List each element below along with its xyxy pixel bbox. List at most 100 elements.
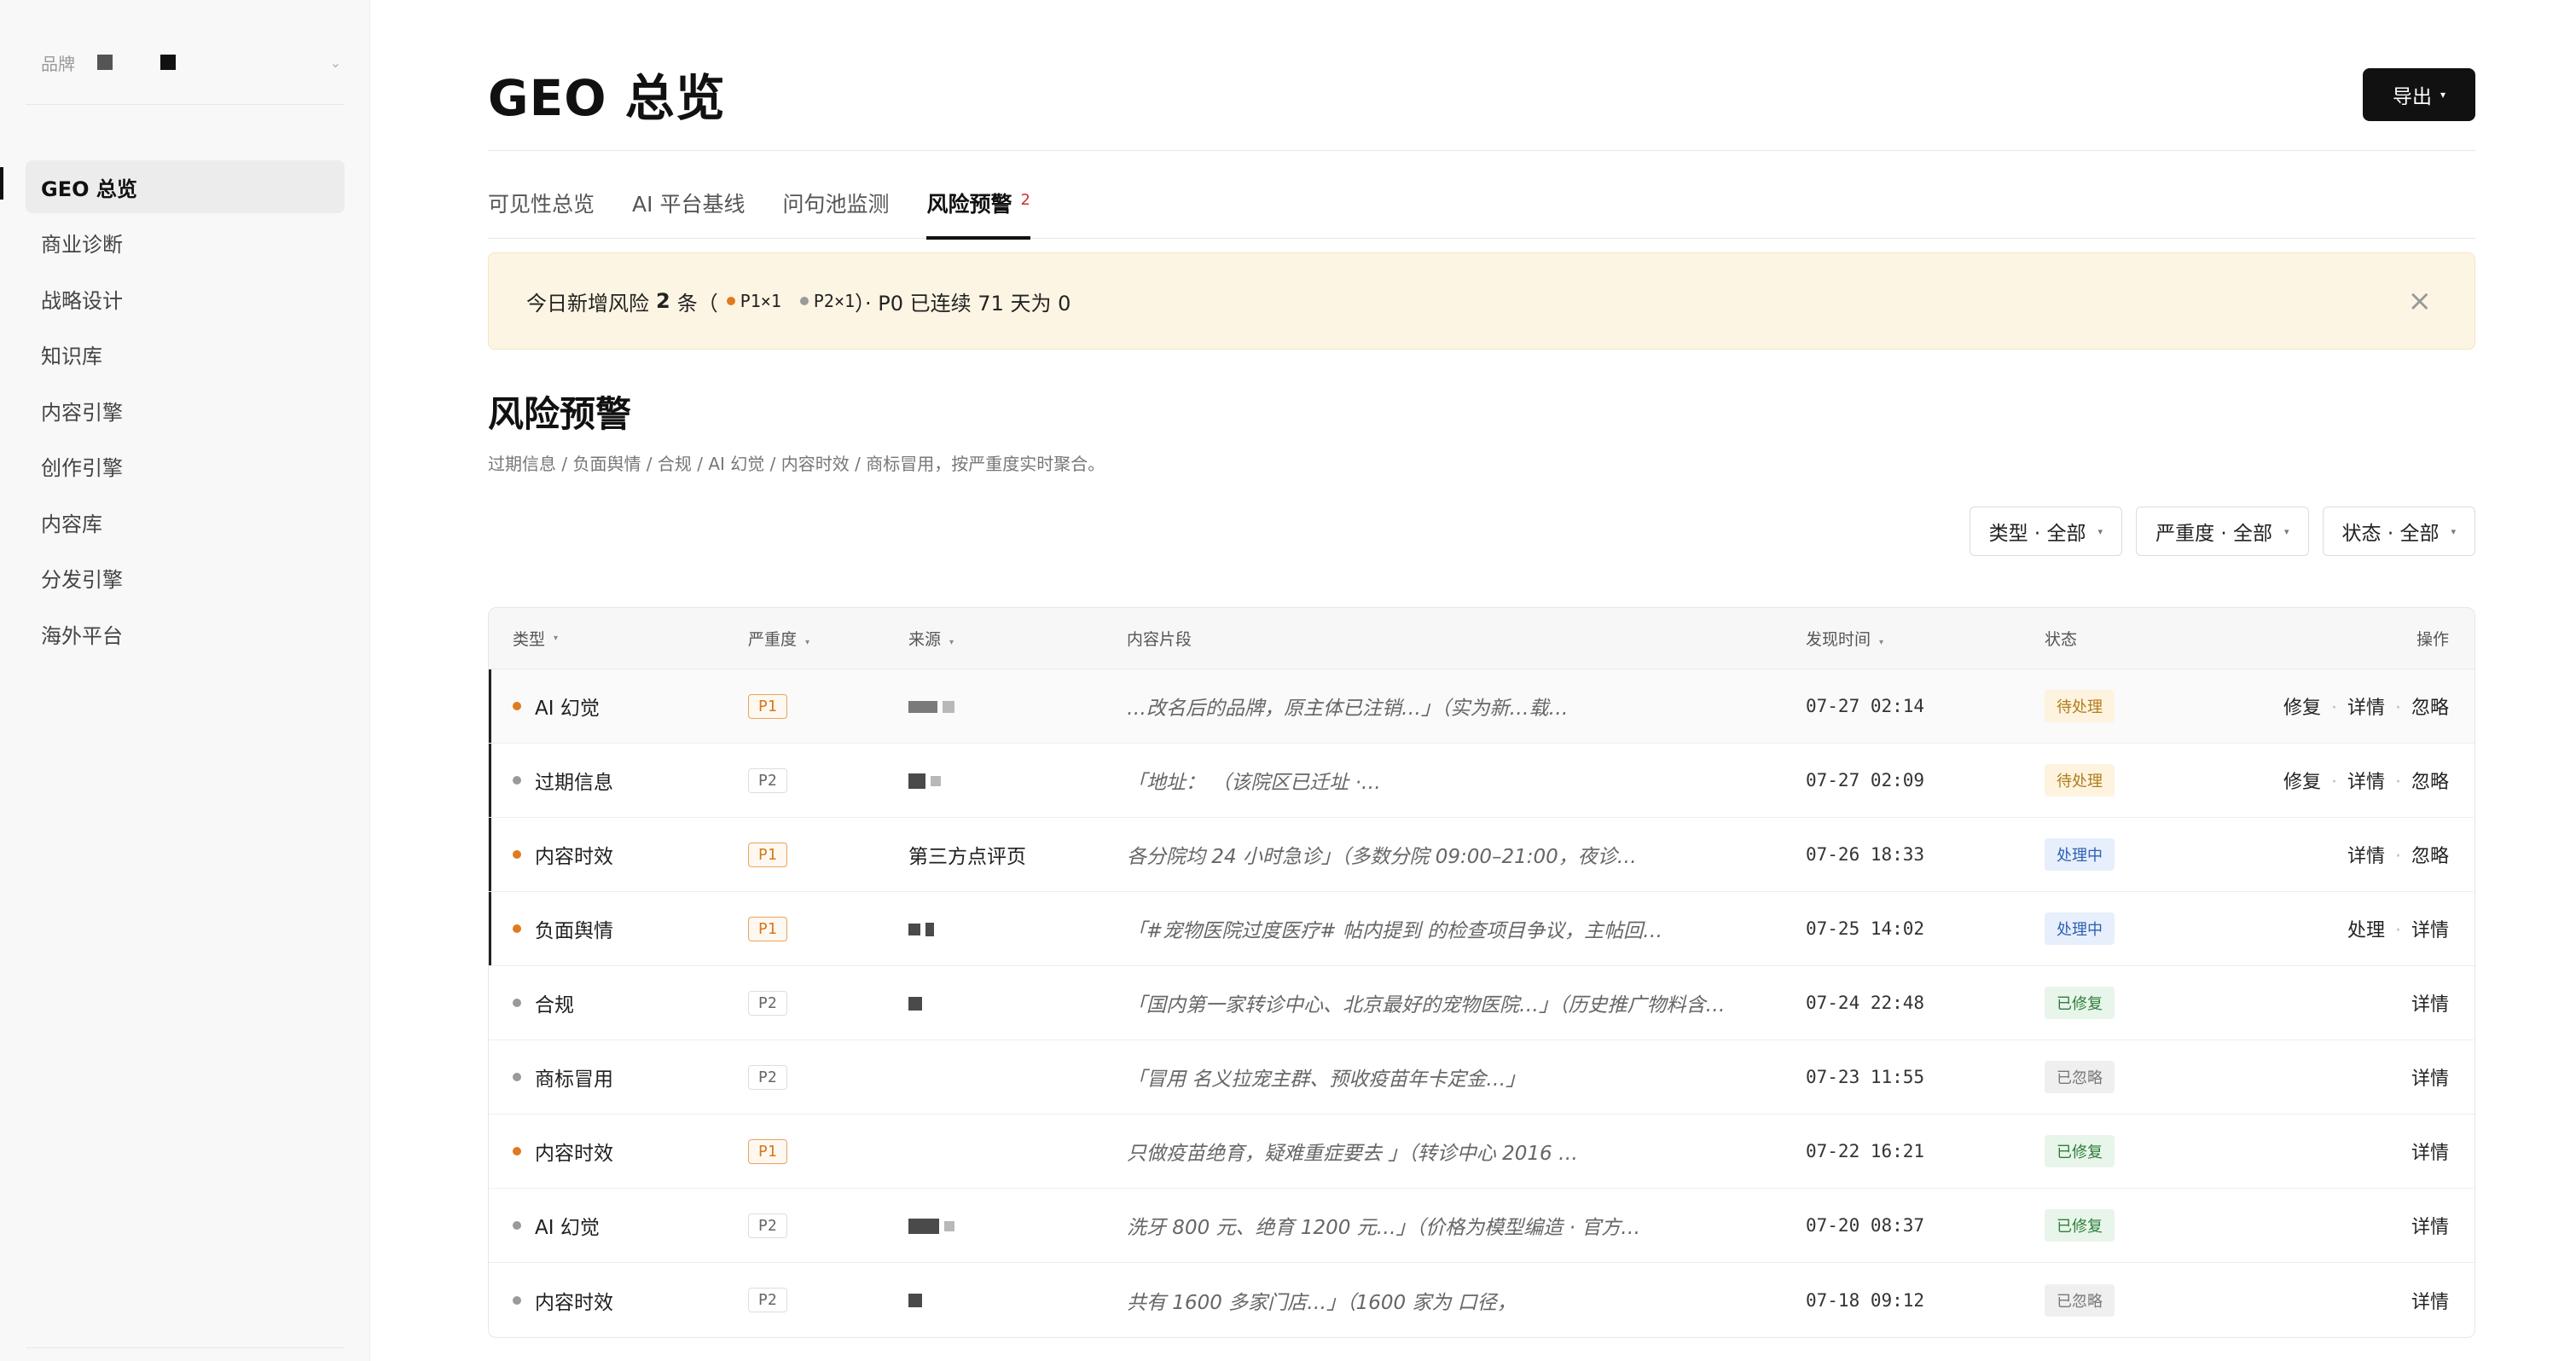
action-link[interactable]: 修复	[2283, 698, 2321, 719]
tab-item[interactable]: 可见性总览	[488, 182, 595, 239]
action-link[interactable]: 详情	[2347, 846, 2385, 867]
severity-badge: P2	[748, 767, 787, 793]
cell-time: 07-20 08:37	[1806, 1215, 1925, 1236]
type-label: 过期信息	[535, 772, 613, 794]
sidebar-item[interactable]: 创作引擎	[26, 440, 345, 493]
table-row[interactable]: 负面舆情 P1 「#宠物医院过度医疗# 帖内提到 的检查项目争议，主帖回… 07-25…	[489, 892, 2474, 966]
action-link[interactable]: 忽略	[2411, 698, 2449, 719]
cell-status: 待处理	[2045, 764, 2215, 796]
cell-source	[908, 1289, 1127, 1312]
status-badge: 已修复	[2045, 1209, 2115, 1242]
filter-dropdown[interactable]: 状态 · 全部 ▾	[2322, 507, 2475, 556]
severity-dot-icon	[513, 1295, 521, 1305]
table-row[interactable]: AI 幻觉 P2 洗牙 800 元、绝育 1200 元…」（价格为模型编造 · 官方…	[489, 1189, 2474, 1263]
severity-dot-icon	[513, 1147, 521, 1155]
cell-status: 已修复	[2045, 1209, 2215, 1242]
action-link[interactable]: 详情	[2411, 1069, 2449, 1090]
tab-item[interactable]: 风险预警 2	[926, 182, 1031, 240]
sidebar-item[interactable]: 商业诊断	[26, 217, 345, 269]
action-link[interactable]: 详情	[2347, 698, 2385, 719]
chevron-down-icon: ▾	[2451, 525, 2456, 537]
cell-time: 07-18 09:12	[1806, 1289, 1925, 1311]
snippet-text: 只做疫苗绝育，疑难重症要去 」（转诊中心 2016 …	[1127, 1143, 1578, 1165]
sidebar-item[interactable]: 海外平台	[26, 607, 345, 660]
severity-badge: P2	[748, 1064, 787, 1090]
sidebar-item[interactable]: 内容库	[26, 495, 345, 548]
brand-selector[interactable]: 品牌 ⌄	[41, 41, 341, 84]
tab-item[interactable]: AI 平台基线	[632, 182, 745, 239]
sort-caret-icon: ▾	[1879, 638, 1884, 647]
filter-dropdown[interactable]: 类型 · 全部 ▾	[1969, 507, 2123, 556]
cell-type: AI 幻觉	[489, 1211, 748, 1240]
cell-severity: P1	[748, 842, 908, 867]
severity-dot-icon	[513, 776, 521, 785]
col-time-header[interactable]: 发现时间 ▾	[1806, 627, 2045, 650]
action-link[interactable]: 忽略	[2411, 772, 2449, 793]
col-severity-header[interactable]: 严重度 ▾	[748, 627, 908, 650]
table-row[interactable]: 商标冒用 P2 「冒用 名义拉宠主群、预收疫苗年卡定金…」 07-23 11:55 已忽…	[489, 1040, 2474, 1115]
redacted-block	[925, 922, 934, 936]
severity-badge: P1	[748, 842, 787, 867]
cell-status: 处理中	[2045, 838, 2215, 871]
col-snippet-label: 内容片段	[1127, 630, 1192, 649]
brand-divider	[26, 104, 345, 105]
table-row[interactable]: 内容时效 P2 共有 1600 多家门店…」（1600 家为 口径， 07-18 09…	[489, 1263, 2474, 1337]
chevron-down-icon[interactable]: ⌄	[330, 55, 341, 71]
cell-source: 第三方点评页	[908, 840, 1127, 869]
filter-dropdown[interactable]: 严重度 · 全部 ▾	[2136, 507, 2309, 556]
table-row[interactable]: 内容时效 P1 第三方点评页 各分院均 24 小时急诊」（多数分院 09:00–21:…	[489, 818, 2474, 892]
cell-severity: P2	[748, 990, 908, 1016]
cell-actions: 详情	[2215, 1287, 2474, 1314]
sidebar-item[interactable]: 分发引擎	[26, 552, 345, 605]
status-badge: 处理中	[2045, 838, 2115, 871]
cell-status: 已修复	[2045, 987, 2215, 1019]
cell-time: 07-23 11:55	[1806, 1067, 1925, 1087]
status-badge: 已忽略	[2045, 1283, 2115, 1317]
action-link[interactable]: 修复	[2283, 772, 2321, 793]
export-button[interactable]: 导出 ▾	[2363, 68, 2475, 121]
cell-source	[908, 769, 1127, 791]
sidebar-item[interactable]: 战略设计	[26, 272, 345, 325]
cell-time: 07-24 22:48	[1806, 993, 1925, 1013]
tab-label: AI 平台基线	[632, 192, 746, 217]
cell-actions: 详情 · 忽略	[2215, 841, 2474, 868]
col-type-header[interactable]: 类型 ▾	[489, 627, 748, 650]
action-link[interactable]: 详情	[2411, 994, 2449, 1016]
action-link[interactable]: 忽略	[2411, 846, 2449, 867]
sort-caret-icon: ▾	[554, 634, 559, 643]
action-link[interactable]: 详情	[2411, 1292, 2449, 1313]
action-link[interactable]: 详情	[2411, 1217, 2449, 1238]
action-link[interactable]: 详情	[2411, 920, 2449, 941]
sidebar-item[interactable]: GEO 总览	[26, 160, 345, 213]
action-link[interactable]: 处理	[2347, 920, 2385, 941]
redacted-block	[908, 996, 922, 1011]
page-title: GEO 总览	[488, 69, 726, 127]
type-label: 合规	[535, 994, 574, 1016]
action-link[interactable]: 详情	[2347, 772, 2385, 793]
table-row[interactable]: AI 幻觉 P1 …改名后的品牌，原主体已注销…」（实为新…载… 07-27 02:1…	[489, 669, 2474, 744]
cell-status: 已忽略	[2045, 1283, 2215, 1317]
cell-time: 07-27 02:09	[1806, 770, 1925, 791]
cell-source	[908, 992, 1127, 1014]
col-source-label: 来源	[908, 630, 942, 649]
filter-label: 严重度 · 全部	[2155, 523, 2272, 545]
cell-snippet: 「国内第一家转诊中心、北京最好的宠物医院…」（历史推广物料含…	[1127, 988, 1806, 1017]
table-row[interactable]: 合规 P2 「国内第一家转诊中心、北京最好的宠物医院…」（历史推广物料含… 07-24…	[489, 966, 2474, 1040]
close-icon[interactable]: ×	[2408, 284, 2433, 318]
alert-prefix: 今日新增风险	[526, 291, 649, 316]
tab-bar: 可见性总览 AI 平台基线 问句池监测 风险预警 2	[488, 182, 2475, 240]
action-separator: ·	[2394, 698, 2401, 719]
status-badge: 已修复	[2045, 987, 2115, 1019]
col-source-header[interactable]: 来源 ▾	[908, 627, 1127, 650]
table-row[interactable]: 内容时效 P1 只做疫苗绝育，疑难重症要去 」（转诊中心 2016 … 07-22 1…	[489, 1115, 2474, 1189]
action-link[interactable]: 详情	[2411, 1143, 2449, 1164]
alert-unit: 条（	[676, 291, 718, 316]
sidebar-item[interactable]: 知识库	[26, 328, 345, 381]
sidebar-item[interactable]: 内容引擎	[26, 384, 345, 437]
cell-type: 商标冒用	[489, 1063, 748, 1092]
table-row[interactable]: 过期信息 P2 「地址： （该院区已迁址 ·… 07-27 02:09 待处理 修复 · 详情…	[489, 744, 2474, 818]
snippet-text: 「国内第一家转诊中心、北京最好的宠物医院…」（历史推广物料含…	[1127, 994, 1726, 1016]
sidebar-bottom-divider	[26, 1347, 345, 1348]
tab-item[interactable]: 问句池监测	[782, 182, 889, 239]
cell-severity: P1	[748, 1138, 908, 1164]
